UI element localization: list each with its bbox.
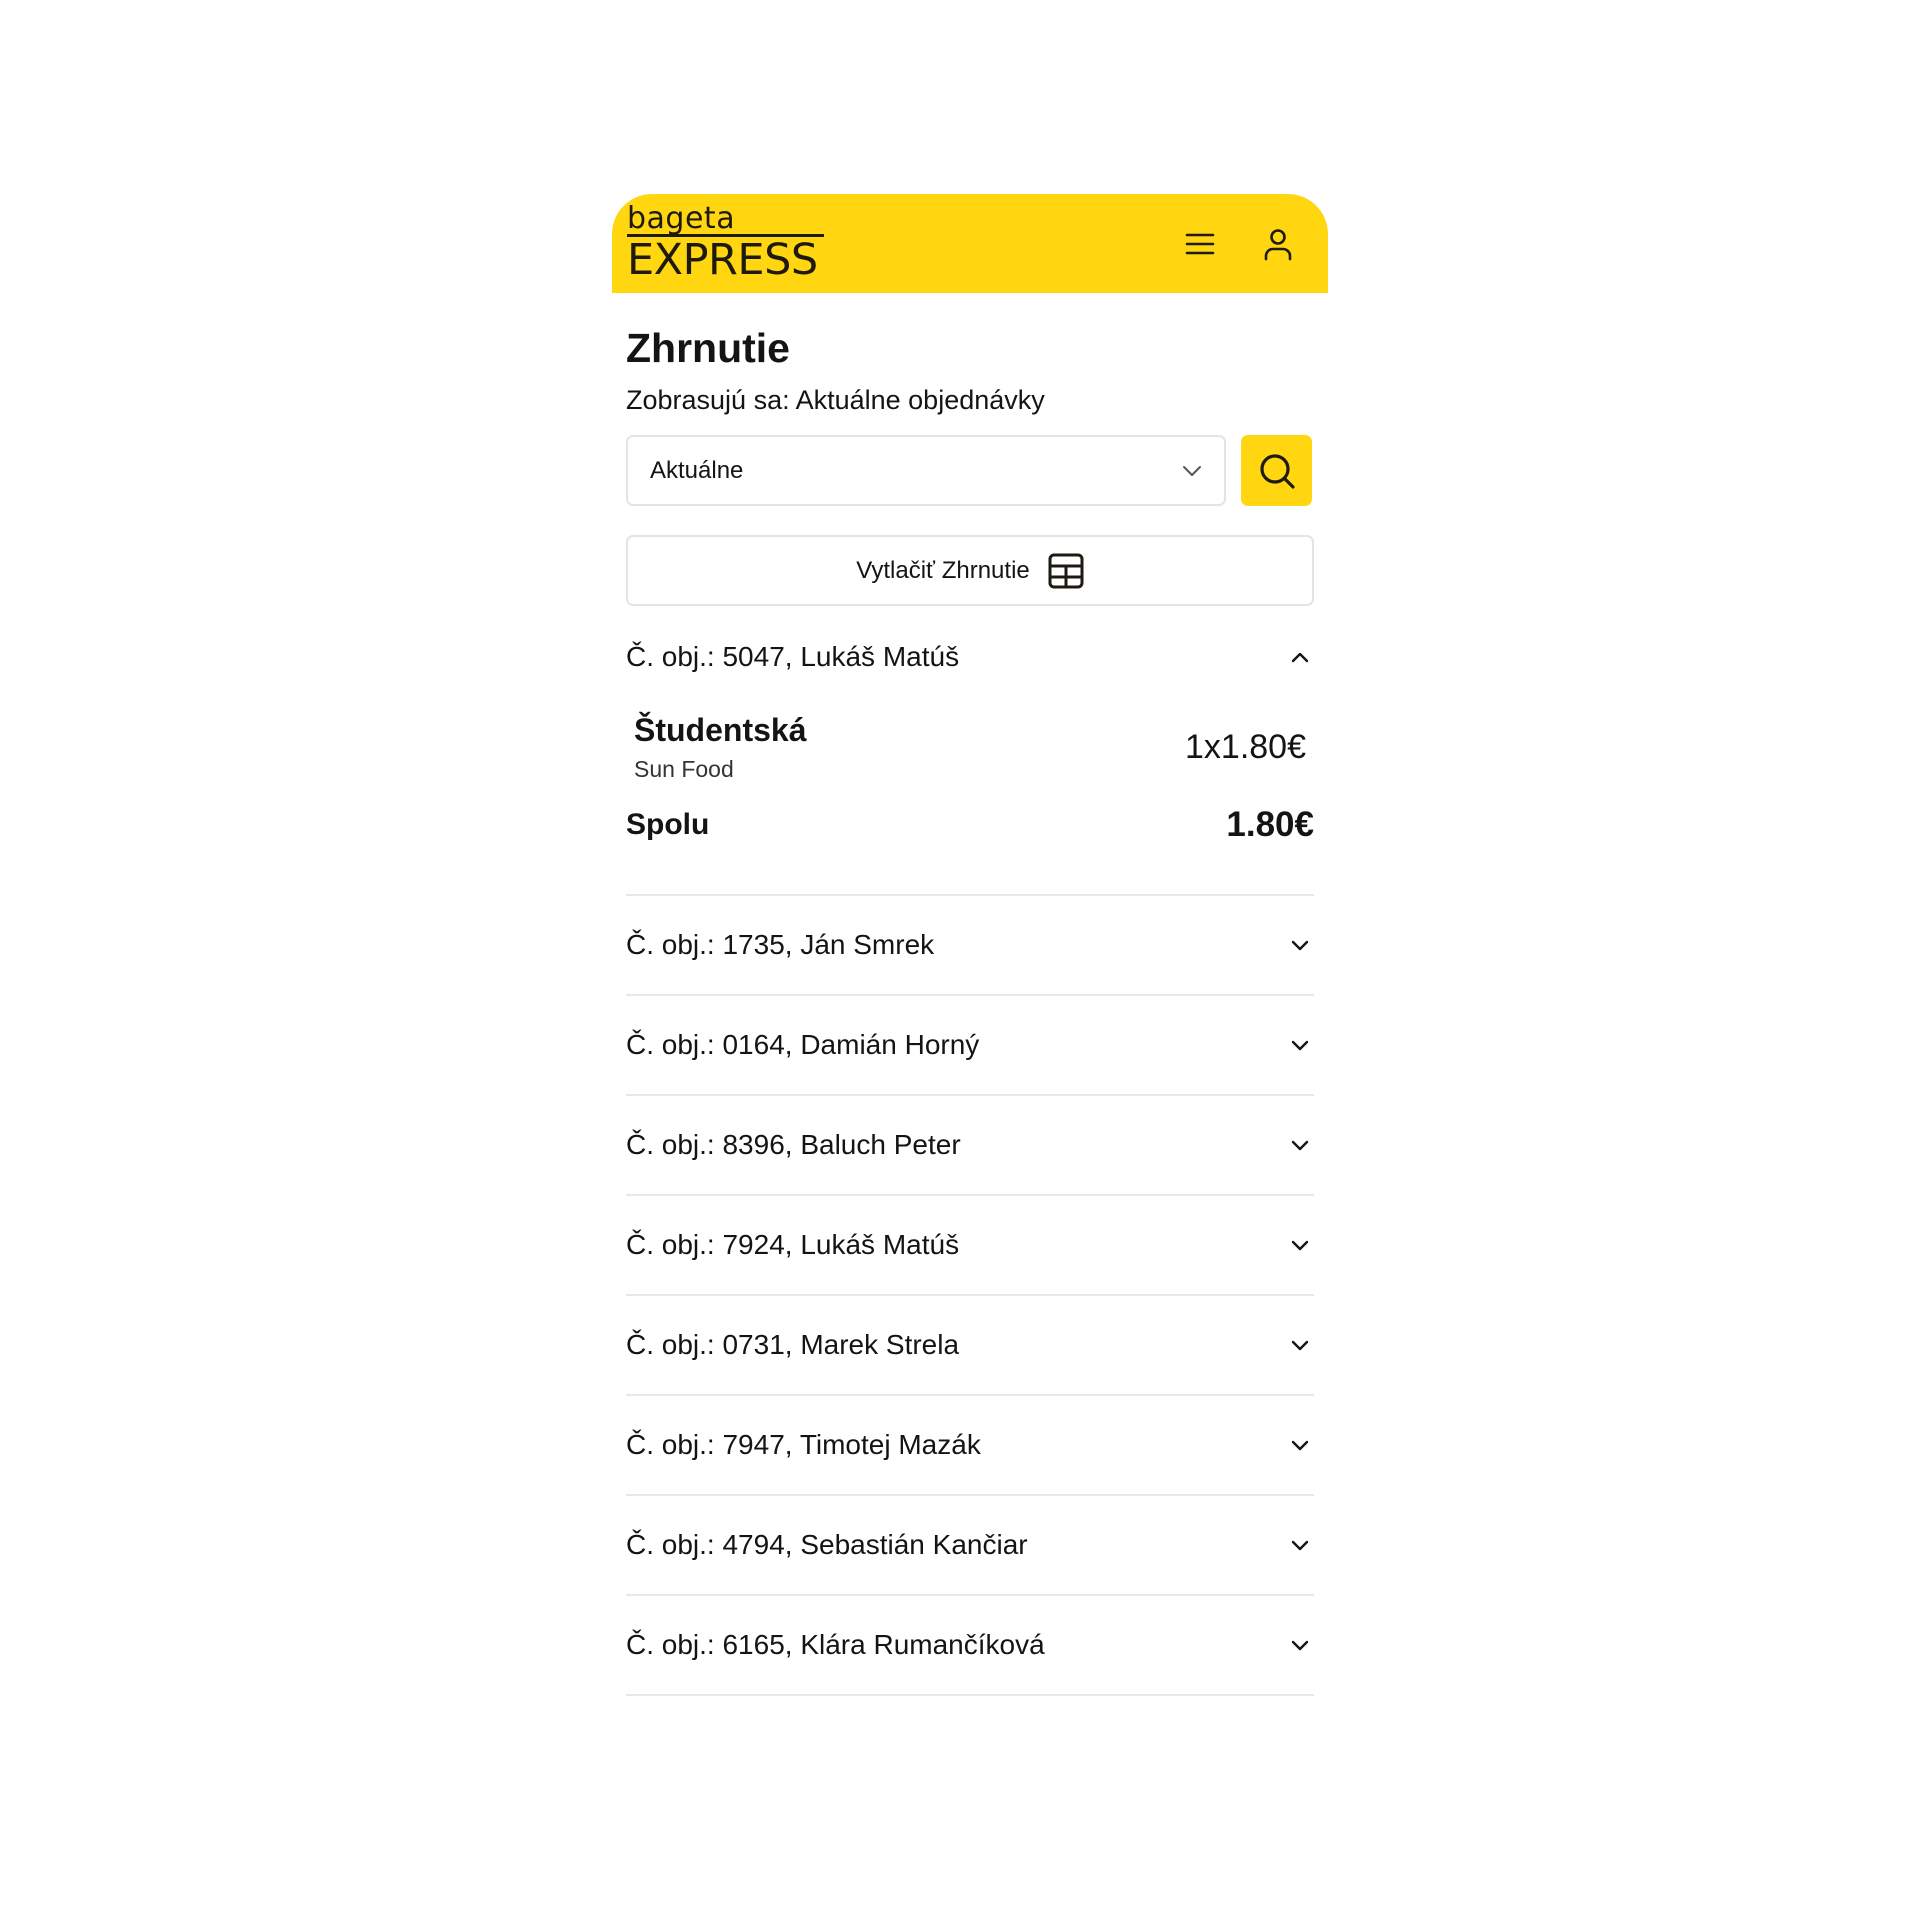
chevron-down-icon[interactable]	[1290, 1439, 1310, 1451]
order-row[interactable]: Č. obj.: 0731, Marek Strela	[626, 1296, 1314, 1396]
order-label: Č. obj.: 7947, Timotej Mazák	[626, 1429, 981, 1460]
order-item-info: Študentská Sun Food	[634, 710, 806, 784]
chevron-down-icon[interactable]	[1290, 939, 1310, 951]
print-summary-label: Vytlačiť Zhrnutie	[856, 556, 1030, 584]
chevron-down-icon[interactable]	[1290, 1639, 1310, 1651]
search-button[interactable]	[1241, 435, 1312, 506]
chevron-down-icon[interactable]	[1290, 1539, 1310, 1551]
order-label: Č. obj.: 0164, Damián Horný	[626, 1029, 980, 1060]
order-total: Spolu 1.80€	[626, 800, 1314, 850]
app: bageta EXPRESS Zhrnutie Zobrasujú sa: Ak…	[612, 194, 1328, 1696]
order-row[interactable]: Č. obj.: 0164, Damián Horný	[626, 996, 1314, 1096]
logo-big-text: EXPRESS	[627, 235, 818, 285]
order-row[interactable]: Č. obj.: 1735, Ján Smrek	[626, 896, 1314, 996]
menu-icon[interactable]	[1180, 224, 1220, 264]
item-shop: Sun Food	[634, 756, 734, 782]
print-summary-button[interactable]: Vytlačiť Zhrnutie	[626, 535, 1314, 606]
table-icon	[1048, 553, 1084, 589]
order-filter-value: Aktuálne	[650, 456, 744, 484]
filter-row: Aktuálne	[626, 435, 1314, 506]
order-header-expanded[interactable]: Č. obj.: 5047, Lukáš Matúš	[626, 624, 1314, 689]
search-icon	[1257, 451, 1297, 491]
order-details: Študentská Sun Food 1x1.80€ Spolu 1.80€	[626, 689, 1314, 896]
item-name: Študentská	[634, 712, 807, 748]
content: Zhrnutie Zobrasujú sa: Aktuálne objednáv…	[612, 293, 1328, 1696]
total-label: Spolu	[626, 808, 710, 841]
orders-list: Č. obj.: 5047, Lukáš Matúš Študentská Su…	[626, 624, 1314, 1696]
collapsed-orders: Č. obj.: 1735, Ján Smrek Č. obj.: 0164, D…	[626, 896, 1314, 1696]
order-label: Č. obj.: 0731, Marek Strela	[626, 1329, 960, 1360]
order-label: Č. obj.: 1735, Ján Smrek	[626, 929, 935, 960]
order-label: Č. obj.: 5047, Lukáš Matúš	[626, 640, 960, 672]
chevron-down-icon[interactable]	[1290, 1339, 1310, 1351]
order-row[interactable]: Č. obj.: 7924, Lukáš Matúš	[626, 1196, 1314, 1296]
logo-small-text: bageta	[627, 201, 736, 236]
order-filter-select[interactable]: Aktuálne	[626, 435, 1226, 506]
item-price: 1x1.80€	[1185, 728, 1306, 766]
order-row[interactable]: Č. obj.: 7947, Timotej Mazák	[626, 1396, 1314, 1496]
chevron-up-icon[interactable]	[1290, 651, 1310, 663]
order-row[interactable]: Č. obj.: 8396, Baluch Peter	[626, 1096, 1314, 1196]
page-title: Zhrnutie	[626, 325, 790, 371]
total-value: 1.80€	[1226, 805, 1314, 844]
logo[interactable]: bageta EXPRESS	[627, 204, 827, 283]
page-subtitle: Zobrasujú sa: Aktuálne objednávky	[626, 385, 1045, 415]
chevron-down-icon[interactable]	[1290, 1139, 1310, 1151]
chevron-down-icon[interactable]	[1290, 1239, 1310, 1251]
order-label: Č. obj.: 7924, Lukáš Matúš	[626, 1229, 960, 1260]
order-row[interactable]: Č. obj.: 6165, Klára Rumančíková	[626, 1596, 1314, 1696]
order-row[interactable]: Č. obj.: 4794, Sebastián Kančiar	[626, 1496, 1314, 1596]
chevron-down-icon	[1182, 465, 1202, 477]
order-label: Č. obj.: 4794, Sebastián Kančiar	[626, 1529, 1028, 1560]
chevron-down-icon[interactable]	[1290, 1039, 1310, 1051]
order-label: Č. obj.: 6165, Klára Rumančíková	[626, 1629, 1045, 1660]
order-label: Č. obj.: 8396, Baluch Peter	[626, 1129, 961, 1160]
user-icon[interactable]	[1258, 224, 1298, 264]
header: bageta EXPRESS	[612, 194, 1328, 293]
order-item: Študentská Sun Food 1x1.80€	[626, 689, 1314, 790]
